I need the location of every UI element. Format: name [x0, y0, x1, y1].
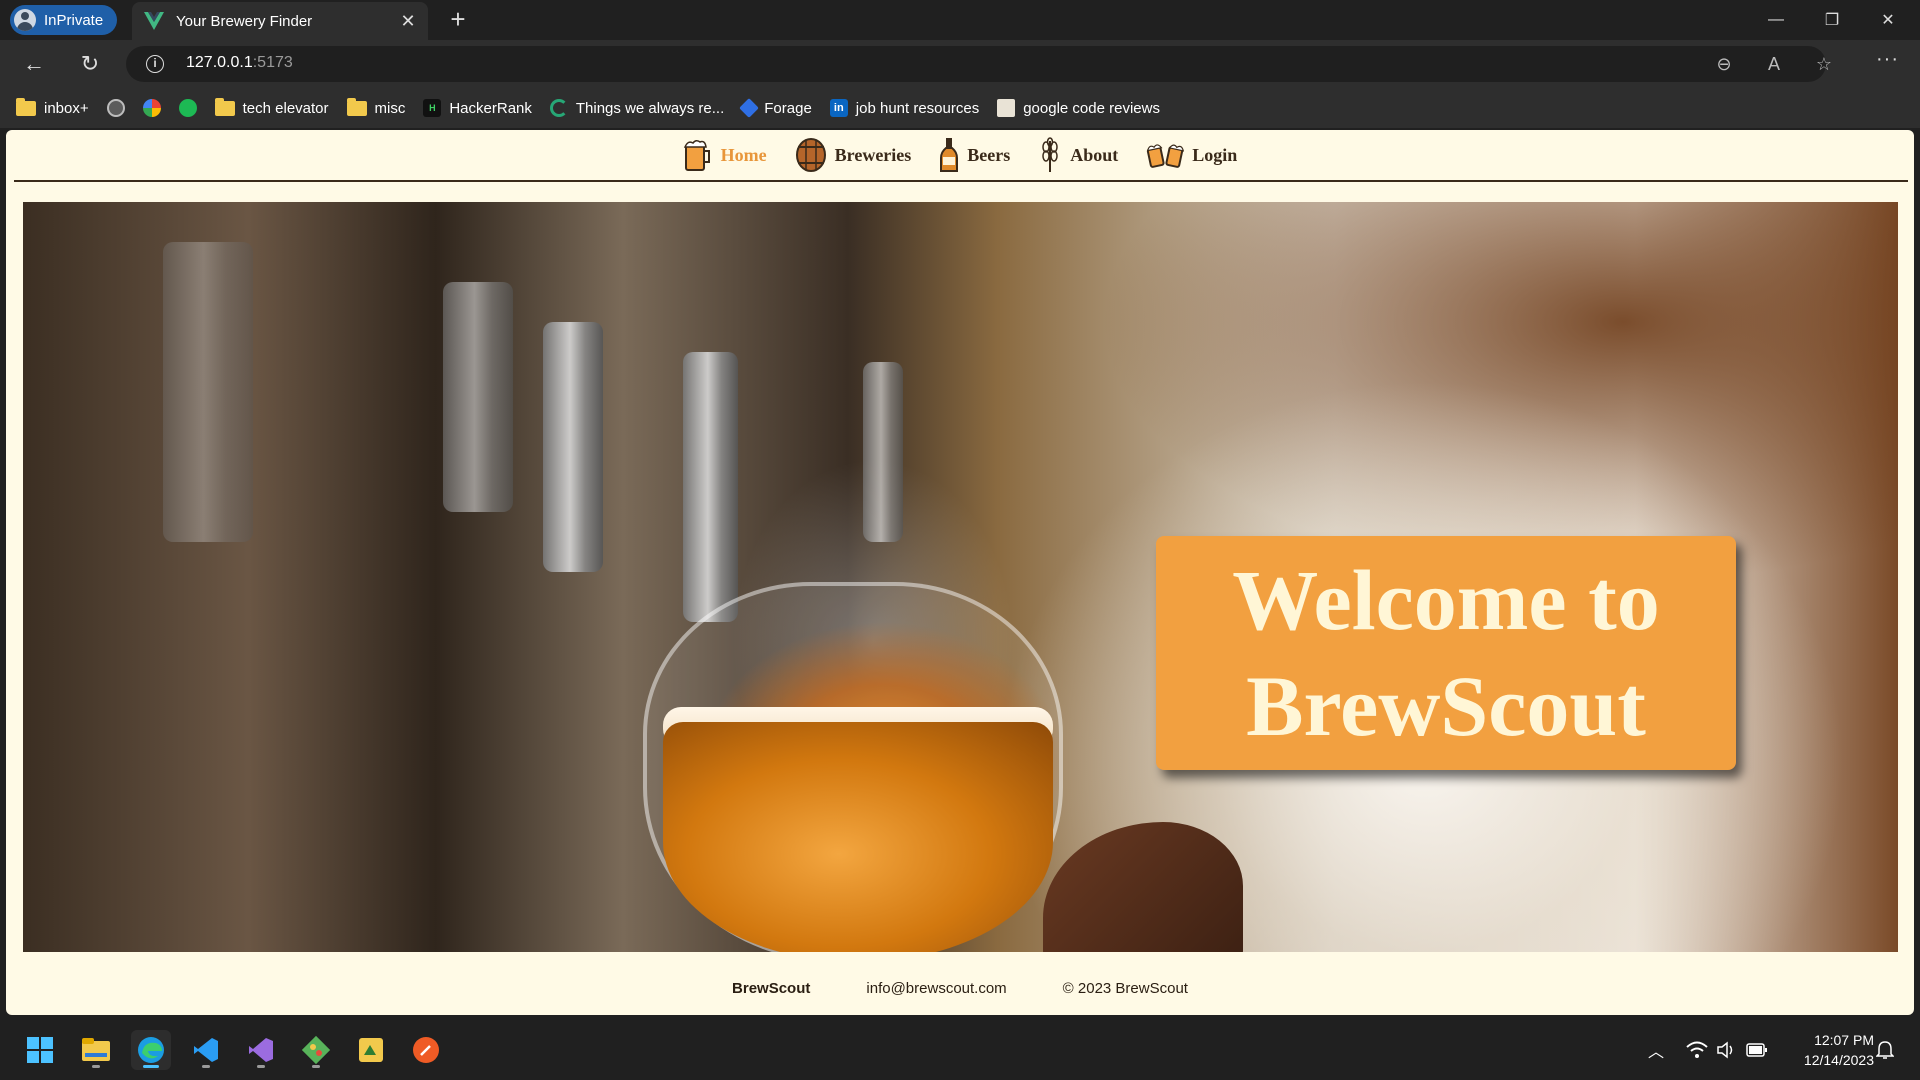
git-tool-icon[interactable]: [296, 1030, 336, 1070]
minimize-button[interactable]: —: [1748, 0, 1804, 40]
nav-beers-label: Beers: [967, 144, 1011, 165]
bookmark-spotify[interactable]: [178, 99, 197, 117]
beer-bottle-icon: [940, 138, 959, 172]
browser-titlebar: InPrivate Your Brewery Finder ✕ + — ❐ ✕: [0, 0, 1920, 40]
profile-avatar-icon: [14, 9, 36, 31]
windows-taskbar: ︿ 12:07 PM 12/14/2023: [0, 1020, 1920, 1080]
inprivate-label: InPrivate: [44, 11, 104, 29]
cheers-mugs-icon: [1147, 144, 1185, 168]
edge-browser-icon[interactable]: [131, 1030, 171, 1070]
barrel-icon: [795, 138, 826, 172]
bookmark-job-hunt[interactable]: in job hunt resources: [829, 99, 979, 117]
windows-start-icon[interactable]: [20, 1030, 60, 1070]
battery-icon[interactable]: [1746, 1020, 1768, 1080]
folder-icon: [16, 97, 36, 116]
tab-title: Your Brewery Finder: [176, 12, 313, 30]
browser-tab-active[interactable]: Your Brewery Finder ✕: [132, 2, 428, 40]
nav-home-label: Home: [720, 144, 767, 165]
restore-button[interactable]: ❐: [1804, 0, 1860, 40]
site-nav: Home Breweries Beers About Login: [6, 130, 1914, 180]
nav-divider: [14, 180, 1908, 182]
bookmark-inbox[interactable]: inbox+: [16, 97, 89, 117]
chatgpt-icon: [106, 99, 125, 117]
welcome-line-1: Welcome to: [1232, 552, 1660, 648]
close-tab-icon[interactable]: ✕: [400, 11, 416, 32]
nav-about[interactable]: About: [1038, 137, 1118, 173]
welcome-line-2: BrewScout: [1246, 658, 1646, 754]
nav-breweries-label: Breweries: [834, 144, 912, 165]
footer-brand: BrewScout: [732, 979, 811, 997]
things-icon: [549, 99, 568, 117]
favorite-star-icon[interactable]: ☆: [1812, 52, 1836, 76]
linkedin-icon: in: [829, 99, 848, 117]
read-aloud-icon[interactable]: A: [1762, 52, 1786, 76]
new-tab-button[interactable]: +: [444, 6, 472, 34]
bookmark-icon: [997, 99, 1016, 117]
nav-login[interactable]: Login: [1146, 140, 1237, 170]
back-button[interactable]: ←: [18, 48, 50, 80]
welcome-banner: Welcome to BrewScout: [1156, 536, 1736, 770]
url-text: 127.0.0.1:5173: [186, 54, 293, 71]
app-launcher-icon[interactable]: [351, 1030, 391, 1070]
folder-icon: [214, 97, 235, 116]
nav-breweries[interactable]: Breweries: [795, 138, 912, 172]
hero-banner: Welcome to BrewScout: [23, 202, 1898, 952]
site-footer: BrewScout info@brewscout.com © 2023 Brew…: [6, 968, 1914, 1008]
bookmark-tech-elevator[interactable]: tech elevator: [214, 97, 329, 117]
spotify-icon: [178, 99, 197, 117]
folder-icon: [346, 97, 367, 116]
settings-more-icon[interactable]: ···: [1876, 48, 1899, 71]
nav-about-label: About: [1070, 144, 1119, 165]
site-info-icon[interactable]: i: [146, 55, 164, 73]
vscode-icon[interactable]: [186, 1030, 226, 1070]
clock-time: 12:07 PM: [1814, 1032, 1874, 1048]
visual-studio-icon[interactable]: [241, 1030, 281, 1070]
footer-copyright: © 2023 BrewScout: [1062, 979, 1188, 997]
beer-mug-icon: [683, 139, 710, 171]
address-toolbar: ← ↻ i 127.0.0.1:5173 ⊖ A ☆ ···: [0, 40, 1920, 88]
forage-icon: [739, 98, 760, 118]
footer-email[interactable]: info@brewscout.com: [866, 980, 1006, 997]
google-icon: [142, 99, 161, 117]
wheat-hops-icon: [1042, 137, 1059, 172]
close-window-button[interactable]: ✕: [1860, 0, 1916, 40]
show-hidden-icons-chevron-icon[interactable]: ︿: [1648, 1020, 1664, 1080]
bookmark-hackerrank[interactable]: H HackerRank: [423, 99, 532, 117]
file-explorer-icon[interactable]: [76, 1030, 116, 1070]
bookmark-google[interactable]: [142, 99, 161, 117]
zoom-icon[interactable]: ⊖: [1712, 52, 1736, 76]
welcome-heading: Welcome to BrewScout: [1232, 547, 1659, 759]
wifi-icon[interactable]: [1686, 1020, 1708, 1080]
clock-date: 12/14/2023: [1803, 1052, 1874, 1068]
nav-beers[interactable]: Beers: [939, 137, 1010, 173]
bookmark-things[interactable]: Things we always re...: [549, 99, 724, 117]
nav-login-label: Login: [1192, 144, 1238, 165]
volume-icon[interactable]: [1716, 1020, 1736, 1080]
bookmarks-bar: inbox+ tech elevator misc H HackerRank Th…: [0, 88, 1920, 128]
vue-logo-icon: [144, 12, 164, 30]
web-page: Home Breweries Beers About Login Welcome…: [6, 130, 1914, 1015]
system-clock[interactable]: 12:07 PM 12/14/2023: [1778, 1030, 1874, 1070]
bookmark-google-code-reviews[interactable]: google code reviews: [997, 99, 1160, 117]
inprivate-badge[interactable]: InPrivate: [10, 5, 118, 35]
bookmark-misc[interactable]: misc: [346, 97, 405, 117]
hackerrank-icon: H: [423, 99, 442, 117]
nav-home[interactable]: Home: [683, 138, 767, 172]
postman-icon[interactable]: [406, 1030, 446, 1070]
bookmark-chatgpt[interactable]: [106, 99, 125, 117]
notification-bell-icon[interactable]: [1876, 1020, 1894, 1080]
address-bar[interactable]: i 127.0.0.1:5173 ⊖ A ☆: [126, 46, 1832, 82]
bookmark-forage[interactable]: Forage: [739, 98, 812, 118]
refresh-button[interactable]: ↻: [74, 48, 106, 80]
